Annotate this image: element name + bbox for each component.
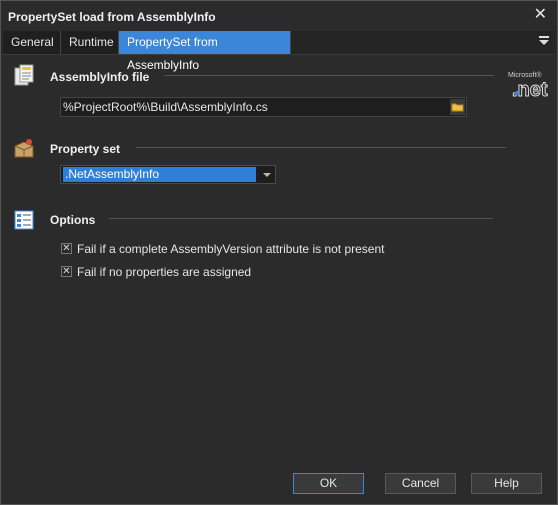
- checkbox-label: Fail if no properties are assigned: [77, 265, 252, 279]
- document-icon: [14, 64, 34, 86]
- help-button[interactable]: Help: [471, 473, 542, 494]
- folder-icon: [451, 103, 464, 112]
- tab-general[interactable]: General: [3, 31, 61, 54]
- ok-button[interactable]: OK: [293, 473, 364, 494]
- dialog-window: PropertySet load from AssemblyInfo ✕ Gen…: [0, 0, 558, 505]
- close-icon[interactable]: ✕: [534, 7, 547, 23]
- dotnet-logo-icon: Microsoft® .net: [508, 71, 548, 99]
- checkbox-fail-assemblyversion[interactable]: ✕: [61, 243, 72, 254]
- options-list-icon: [14, 210, 34, 230]
- property-set-selected-value: .NetAssemblyInfo: [63, 167, 256, 182]
- assemblyinfo-path-field[interactable]: [60, 97, 467, 117]
- checkbox-fail-no-properties[interactable]: ✕: [61, 266, 72, 277]
- checkbox-label: Fail if a complete AssemblyVersion attri…: [77, 242, 385, 256]
- svg-text:.net: .net: [512, 79, 548, 99]
- section-divider: [136, 147, 506, 148]
- tab-bar: General Runtime PropertySet from Assembl…: [3, 31, 555, 72]
- title-bar: PropertySet load from AssemblyInfo ✕: [1, 1, 557, 31]
- package-icon: [14, 139, 34, 158]
- property-set-label: Property set: [50, 142, 121, 156]
- property-set-dropdown[interactable]: .NetAssemblyInfo: [60, 165, 276, 184]
- tab-menu-icon[interactable]: [539, 36, 549, 48]
- svg-text:Microsoft®: Microsoft®: [508, 71, 542, 79]
- assemblyinfo-path-input[interactable]: [63, 99, 443, 115]
- chevron-down-icon[interactable]: [263, 173, 271, 177]
- tab-propertyset-from-assemblyinfo[interactable]: PropertySet from AssemblyInfo: [119, 31, 291, 72]
- cancel-button[interactable]: Cancel: [385, 473, 456, 494]
- assemblyinfo-file-label: AssemblyInfo file: [50, 70, 150, 84]
- tab-runtime[interactable]: Runtime: [61, 31, 119, 54]
- section-divider: [109, 218, 493, 219]
- options-label: Options: [50, 213, 96, 227]
- section-divider: [164, 75, 494, 76]
- window-title: PropertySet load from AssemblyInfo: [8, 10, 216, 24]
- browse-button[interactable]: [450, 99, 465, 115]
